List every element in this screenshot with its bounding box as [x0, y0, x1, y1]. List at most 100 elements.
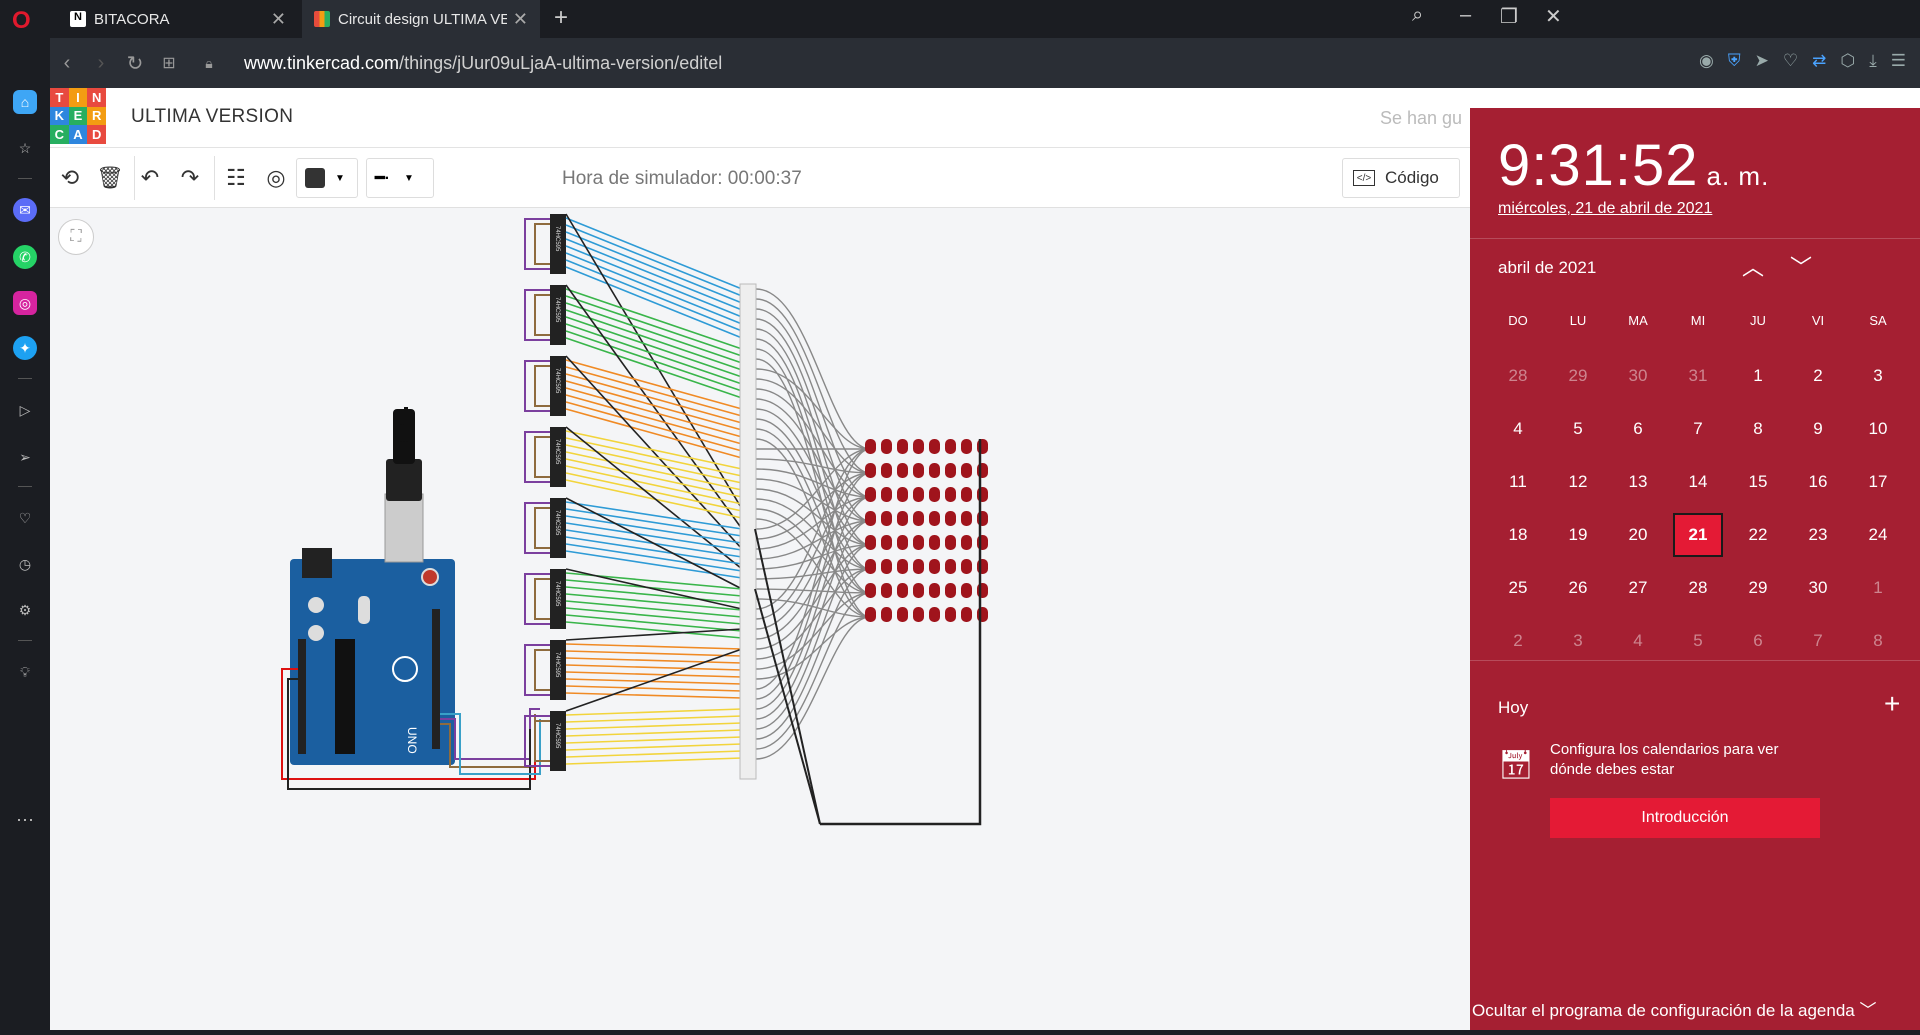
- led[interactable]: [961, 559, 972, 574]
- messenger-icon[interactable]: ✉: [13, 198, 37, 222]
- shift-register-chip[interactable]: 74HC595: [550, 356, 566, 416]
- led[interactable]: [913, 583, 924, 598]
- heart-icon[interactable]: ♡: [13, 506, 37, 530]
- led[interactable]: [897, 463, 908, 478]
- led[interactable]: [865, 559, 876, 574]
- led[interactable]: [929, 583, 940, 598]
- led[interactable]: [929, 559, 940, 574]
- led[interactable]: [977, 439, 988, 454]
- led[interactable]: [913, 511, 924, 526]
- hide-notes-icon[interactable]: ◎: [260, 162, 292, 194]
- led[interactable]: [977, 607, 988, 622]
- shift-register-chip[interactable]: 74HC595: [550, 640, 566, 700]
- twitter-icon[interactable]: ✦: [13, 336, 37, 360]
- menu-icon[interactable]: ☰: [1891, 51, 1906, 71]
- calendar-day[interactable]: 30: [1788, 578, 1848, 598]
- led[interactable]: [881, 439, 892, 454]
- calendar-day[interactable]: 30: [1608, 366, 1668, 386]
- shift-register-chip[interactable]: 74HC595: [550, 498, 566, 558]
- tinkercad-logo[interactable]: T I N K E R C A D: [50, 88, 106, 144]
- calendar-day[interactable]: 3: [1848, 366, 1908, 386]
- led[interactable]: [865, 583, 876, 598]
- calendar-day[interactable]: 9: [1788, 419, 1848, 439]
- led[interactable]: [897, 535, 908, 550]
- led[interactable]: [977, 583, 988, 598]
- led[interactable]: [865, 607, 876, 622]
- led[interactable]: [913, 439, 924, 454]
- intro-button[interactable]: Introducción: [1550, 798, 1820, 838]
- led[interactable]: [897, 439, 908, 454]
- calendar-day[interactable]: 6: [1728, 631, 1788, 651]
- led[interactable]: [945, 439, 956, 454]
- player-icon[interactable]: ▷: [13, 398, 37, 422]
- led[interactable]: [897, 511, 908, 526]
- led[interactable]: [865, 463, 876, 478]
- reload-icon[interactable]: ↻: [118, 51, 152, 76]
- lock-icon[interactable]: 🔒︎: [192, 55, 226, 72]
- tips-icon[interactable]: 💡︎: [13, 660, 37, 684]
- led[interactable]: [945, 583, 956, 598]
- calendar-day[interactable]: 11: [1488, 472, 1548, 492]
- search-icon[interactable]: ⌕: [1412, 4, 1423, 27]
- calendar-day[interactable]: 1: [1848, 578, 1908, 598]
- history-icon[interactable]: ◷: [13, 552, 37, 576]
- led[interactable]: [897, 487, 908, 502]
- led[interactable]: [961, 439, 972, 454]
- close-icon[interactable]: ✕: [513, 9, 528, 30]
- led[interactable]: [961, 463, 972, 478]
- led[interactable]: [961, 487, 972, 502]
- calendar-day[interactable]: 29: [1728, 578, 1788, 598]
- tab-circuit-design[interactable]: Circuit design ULTIMA VER ✕: [302, 0, 540, 38]
- calendar-day[interactable]: 28: [1668, 578, 1728, 598]
- led[interactable]: [881, 559, 892, 574]
- led[interactable]: [961, 583, 972, 598]
- led[interactable]: [881, 463, 892, 478]
- download-icon[interactable]: ⤓: [1869, 51, 1877, 71]
- calendar-day[interactable]: 31: [1668, 366, 1728, 386]
- calendar-day[interactable]: 8: [1728, 419, 1788, 439]
- led[interactable]: [897, 559, 908, 574]
- forward-icon[interactable]: ›: [84, 52, 118, 75]
- led[interactable]: [945, 607, 956, 622]
- restore-icon[interactable]: ❐: [1500, 4, 1518, 29]
- arduino-board[interactable]: UNO: [290, 407, 455, 765]
- camera-icon[interactable]: ◉: [1699, 51, 1714, 71]
- calendar-day[interactable]: 7: [1668, 419, 1728, 439]
- calendar-day[interactable]: 4: [1488, 419, 1548, 439]
- circuit-canvas[interactable]: ⛶ UNO 74HC595 74HC595 74HC595 74HC595 74…: [50, 209, 1470, 1030]
- calendar-day[interactable]: 8: [1848, 631, 1908, 651]
- shield-icon[interactable]: ⛨: [1728, 51, 1741, 71]
- close-icon[interactable]: ✕: [271, 9, 286, 30]
- led[interactable]: [977, 463, 988, 478]
- add-event-icon[interactable]: +: [1884, 688, 1900, 720]
- heart-icon[interactable]: ♡: [1783, 51, 1798, 71]
- undo-icon[interactable]: ↶: [134, 162, 166, 194]
- shift-register-chip[interactable]: 74HC595: [550, 569, 566, 629]
- speed-dial-icon[interactable]: ⊞: [152, 53, 186, 73]
- led[interactable]: [945, 463, 956, 478]
- led[interactable]: [865, 535, 876, 550]
- calendar-day[interactable]: 7: [1788, 631, 1848, 651]
- tab-bitacora[interactable]: N BITACORA ✕: [58, 0, 298, 38]
- led[interactable]: [945, 535, 956, 550]
- led[interactable]: [913, 607, 924, 622]
- calendar-day[interactable]: 27: [1608, 578, 1668, 598]
- led[interactable]: [913, 487, 924, 502]
- send-icon[interactable]: ➤: [1755, 51, 1769, 71]
- led[interactable]: [977, 559, 988, 574]
- instagram-icon[interactable]: ◎: [13, 291, 37, 315]
- led[interactable]: [977, 511, 988, 526]
- calendar-day[interactable]: 15: [1728, 472, 1788, 492]
- calendar-day[interactable]: 6: [1608, 419, 1668, 439]
- calendar-day[interactable]: 22: [1728, 525, 1788, 545]
- calendar-day[interactable]: 14: [1668, 472, 1728, 492]
- fit-view-icon[interactable]: ⛶: [58, 219, 94, 255]
- led[interactable]: [945, 559, 956, 574]
- calendar-day[interactable]: 29: [1548, 366, 1608, 386]
- flow-icon[interactable]: ➢: [13, 445, 37, 469]
- calendar-day[interactable]: 25: [1488, 578, 1548, 598]
- led[interactable]: [945, 487, 956, 502]
- hide-agenda-link[interactable]: Ocultar el programa de configuración de …: [1472, 996, 1876, 1021]
- chevron-up-icon[interactable]: ︿: [1742, 250, 1764, 282]
- more-icon[interactable]: ⋯: [13, 808, 37, 832]
